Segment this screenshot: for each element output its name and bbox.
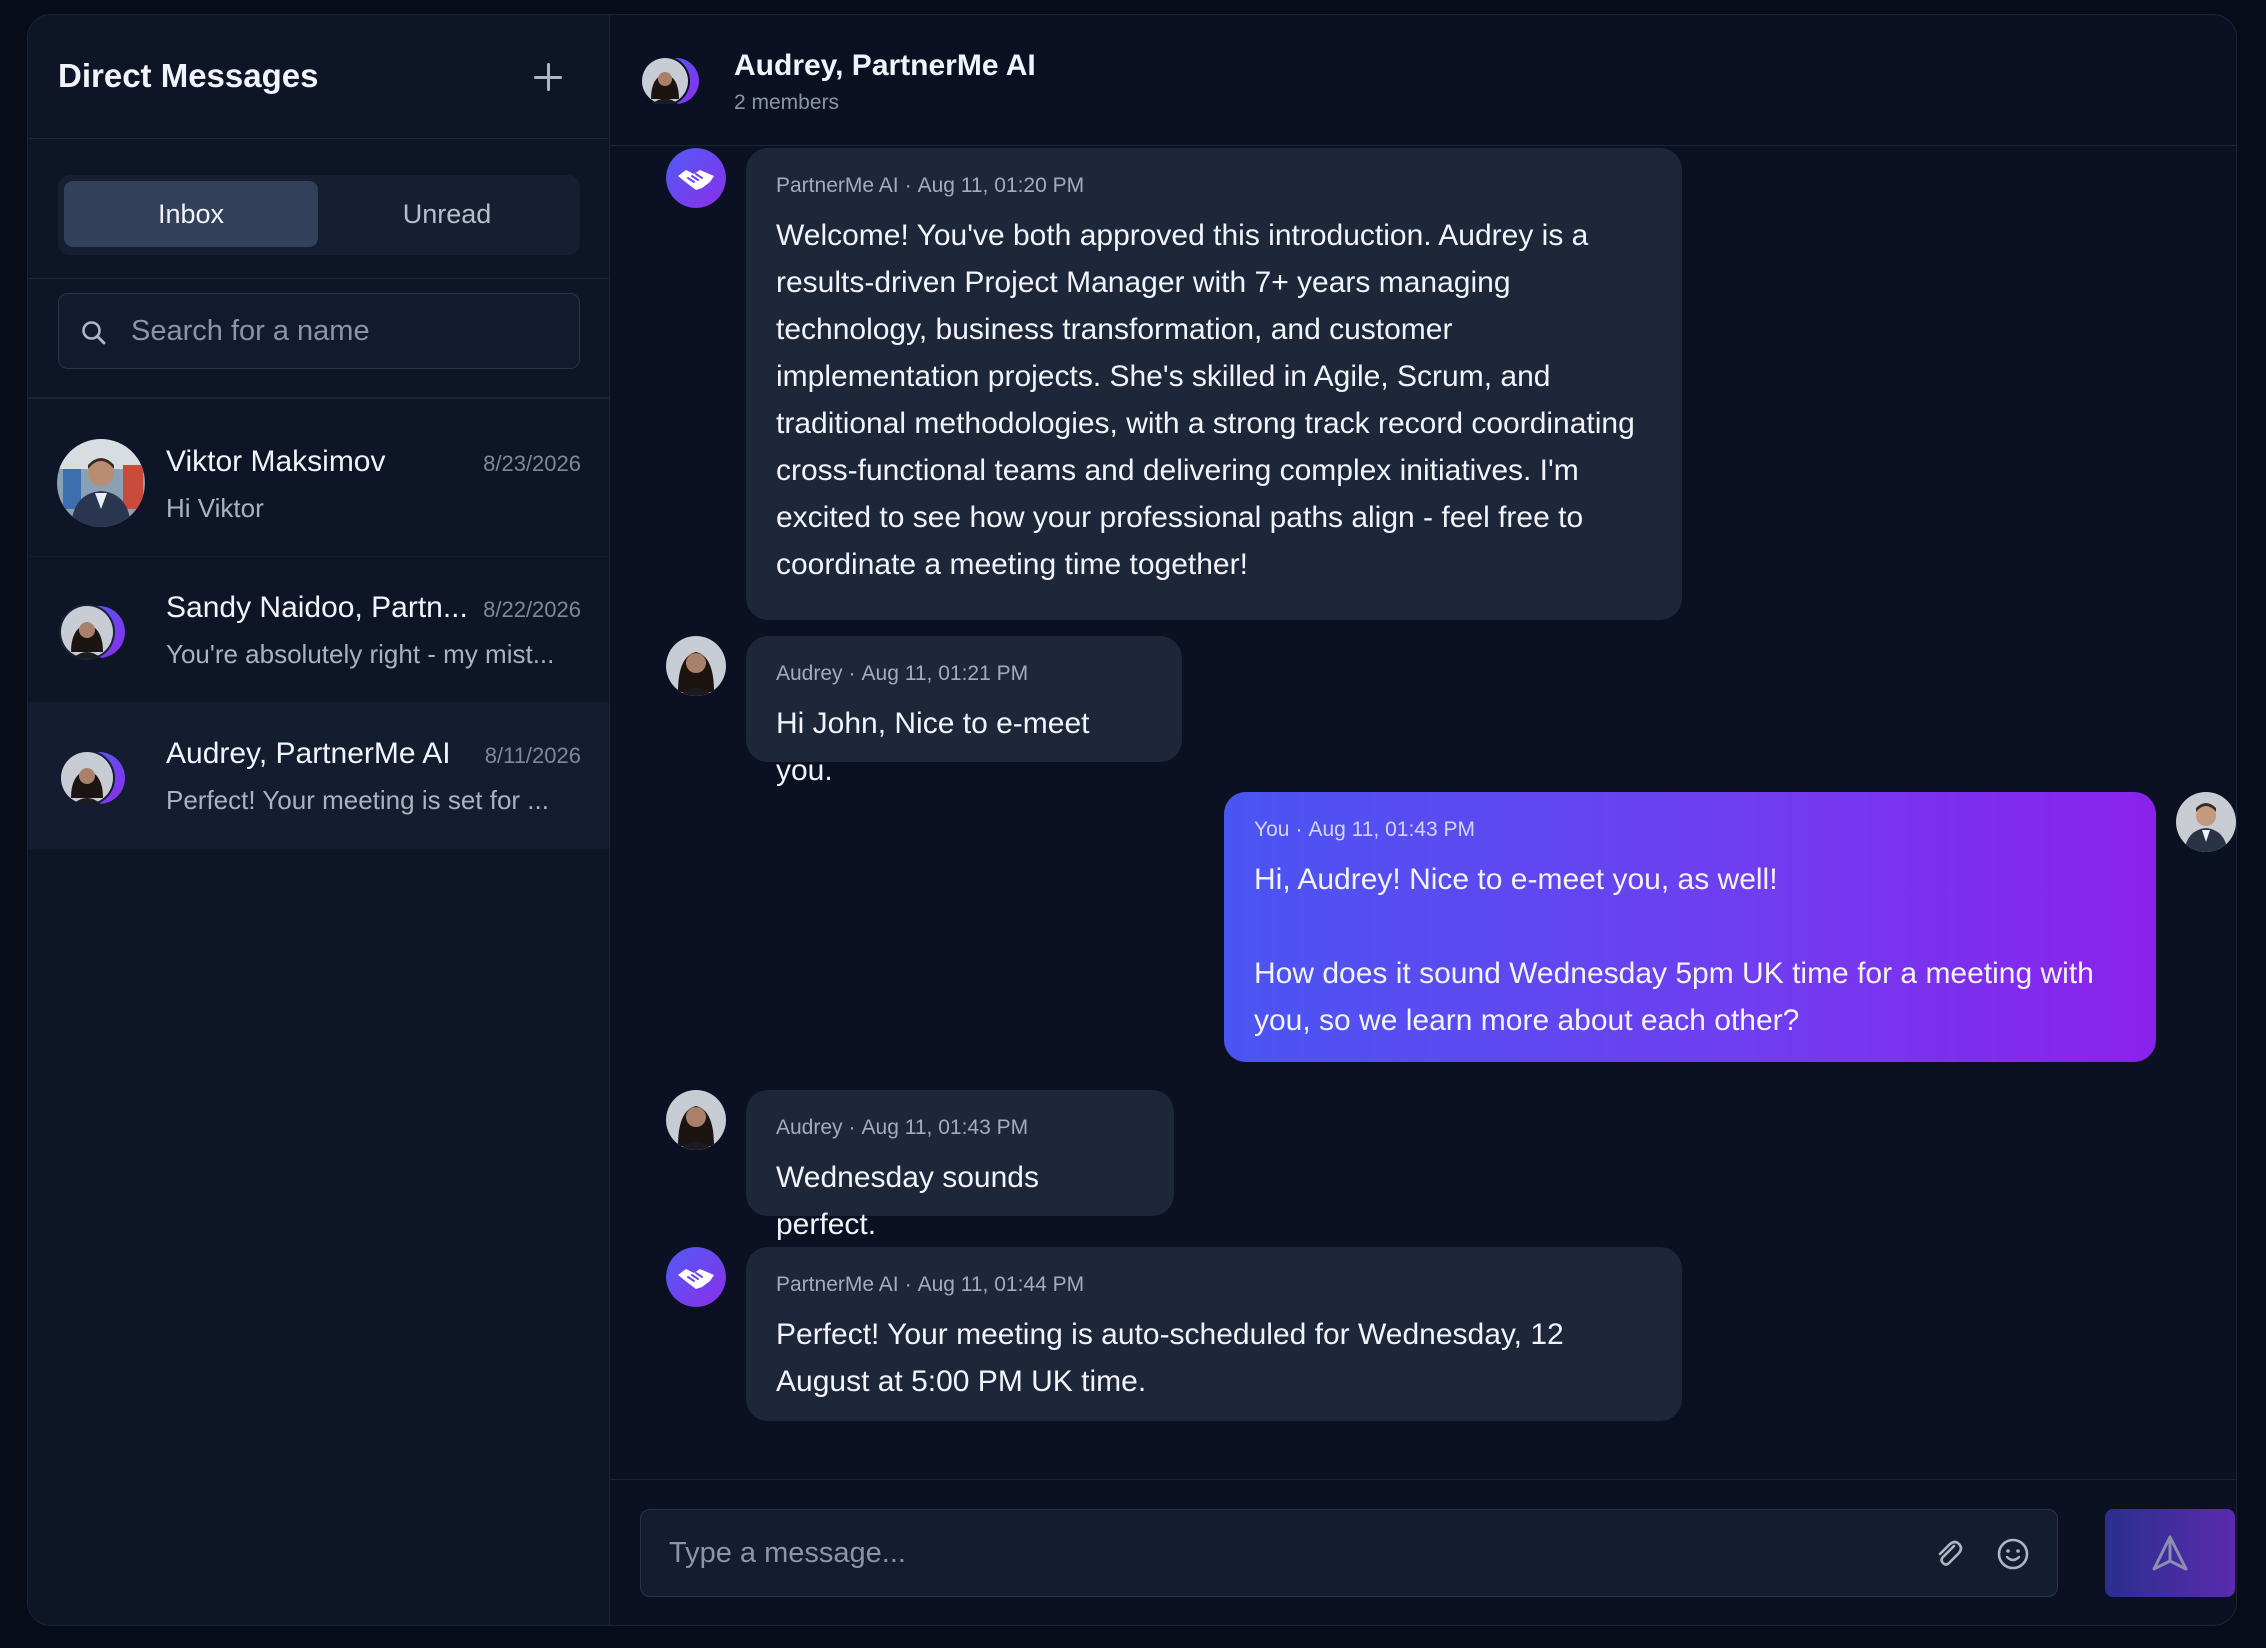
message-sender: Audrey (776, 662, 843, 685)
group-avatar (640, 56, 699, 106)
app-window: Direct Messages Inbox Unread Search for … (27, 14, 2237, 1626)
avatar (2176, 792, 2236, 852)
message-text: Hi John, Nice to e-meet you. (776, 707, 1098, 787)
message-input[interactable] (669, 1510, 1889, 1596)
group-avatar (59, 604, 125, 660)
chat-header: Audrey, PartnerMe AI 2 members (610, 15, 2236, 146)
message-bubble: Audrey · Aug 11, 01:43 PM Wednesday sounds… (746, 1090, 1174, 1241)
handshake-icon (666, 1247, 726, 1307)
message-sender: PartnerMe AI (776, 174, 899, 197)
send-icon (2152, 1535, 2188, 1571)
message-time: Aug 11, 01:44 PM (917, 1273, 1085, 1296)
paperclip-icon[interactable] (1931, 1536, 1967, 1572)
conversation-date: 8/11/2026 (484, 743, 581, 768)
message-text: Wednesday sounds perfect. (776, 1161, 1048, 1241)
chat-member-count: 2 members (734, 91, 840, 114)
sidebar: Direct Messages Inbox Unread Search for … (28, 15, 610, 1625)
composer (640, 1509, 2058, 1597)
message-time: Aug 11, 01:43 PM (861, 1116, 1029, 1139)
message-meta: You · Aug 11, 01:43 PM (1254, 818, 1475, 841)
handshake-icon (666, 148, 726, 208)
conversation-preview: Hi Viktor (166, 493, 264, 523)
ai-avatar (666, 1247, 726, 1307)
divider (28, 397, 609, 399)
search-icon (82, 321, 106, 345)
message-text: Perfect! Your meeting is auto-scheduled … (776, 1318, 1571, 1398)
tab-unread[interactable]: Unread (320, 181, 574, 247)
message-text: Hi, Audrey! Nice to e-meet you, as well!… (1254, 863, 2094, 1037)
sidebar-title: Direct Messages (58, 57, 319, 94)
message-sender: PartnerMe AI (776, 1273, 899, 1296)
group-avatar (59, 750, 125, 806)
message-meta: Audrey · Aug 11, 01:21 PM (776, 662, 1029, 685)
message-meta: PartnerMe AI · Aug 11, 01:20 PM (776, 174, 1085, 197)
sidebar-header: Direct Messages (28, 15, 609, 139)
conversation-date: 8/23/2026 (483, 451, 581, 476)
avatar (666, 636, 726, 696)
message-time: Aug 11, 01:21 PM (861, 662, 1029, 685)
message-time: Aug 11, 01:43 PM (1308, 818, 1475, 841)
ai-avatar (666, 148, 726, 208)
message-sender: You (1254, 818, 1290, 841)
message-meta: PartnerMe AI · Aug 11, 01:44 PM (776, 1273, 1085, 1296)
conversation-preview: Perfect! Your meeting is set for ... (166, 785, 549, 815)
composer-area (610, 1479, 2236, 1625)
message-bubble: PartnerMe AI · Aug 11, 01:20 PM Welcome! Y… (746, 148, 1682, 620)
conversation-name: Audrey, PartnerMe AI (166, 737, 451, 770)
conversation-name: Viktor Maksimov (166, 445, 386, 478)
message-time: Aug 11, 01:20 PM (917, 174, 1085, 197)
avatar (666, 1090, 726, 1150)
message-sender: Audrey (776, 1116, 843, 1139)
tabs-section: Inbox Unread (28, 139, 609, 279)
message-bubble: Audrey · Aug 11, 01:21 PM Hi John, Nice to… (746, 636, 1182, 787)
tab-group: Inbox Unread (58, 175, 580, 255)
conversation-item-sandy[interactable]: Sandy Naidoo, Partn... 8/22/2026 You're … (28, 557, 609, 703)
send-button[interactable] (2105, 1509, 2235, 1597)
chat-title: Audrey, PartnerMe AI (734, 49, 1036, 82)
message-bubble: PartnerMe AI · Aug 11, 01:44 PM Perfect! Y… (746, 1247, 1682, 1421)
smiley-icon[interactable] (1995, 1536, 2031, 1572)
conversation-name: Sandy Naidoo, Partn... (166, 591, 468, 624)
tab-inbox[interactable]: Inbox (64, 181, 318, 247)
conversation-item-audrey[interactable]: Audrey, PartnerMe AI 8/11/2026 Perfect! … (28, 703, 609, 849)
message-bubble: You · Aug 11, 01:43 PM Hi, Audrey! Nice to… (1224, 792, 2156, 1062)
conversation-item-viktor[interactable]: Viktor Maksimov 8/23/2026 Hi Viktor (28, 411, 609, 557)
search-box (58, 293, 580, 369)
message-text: Welcome! You've both approved this intro… (776, 219, 1644, 581)
conversation-preview: You're absolutely right - my mist... (166, 639, 555, 669)
new-message-button[interactable] (528, 57, 568, 97)
conversation-date: 8/22/2026 (483, 597, 581, 622)
search-input[interactable] (131, 294, 561, 368)
message-meta: Audrey · Aug 11, 01:43 PM (776, 1116, 1029, 1139)
avatar (57, 439, 145, 527)
chat-panel: Audrey, PartnerMe AI 2 members PartnerMe… (610, 15, 2236, 1625)
